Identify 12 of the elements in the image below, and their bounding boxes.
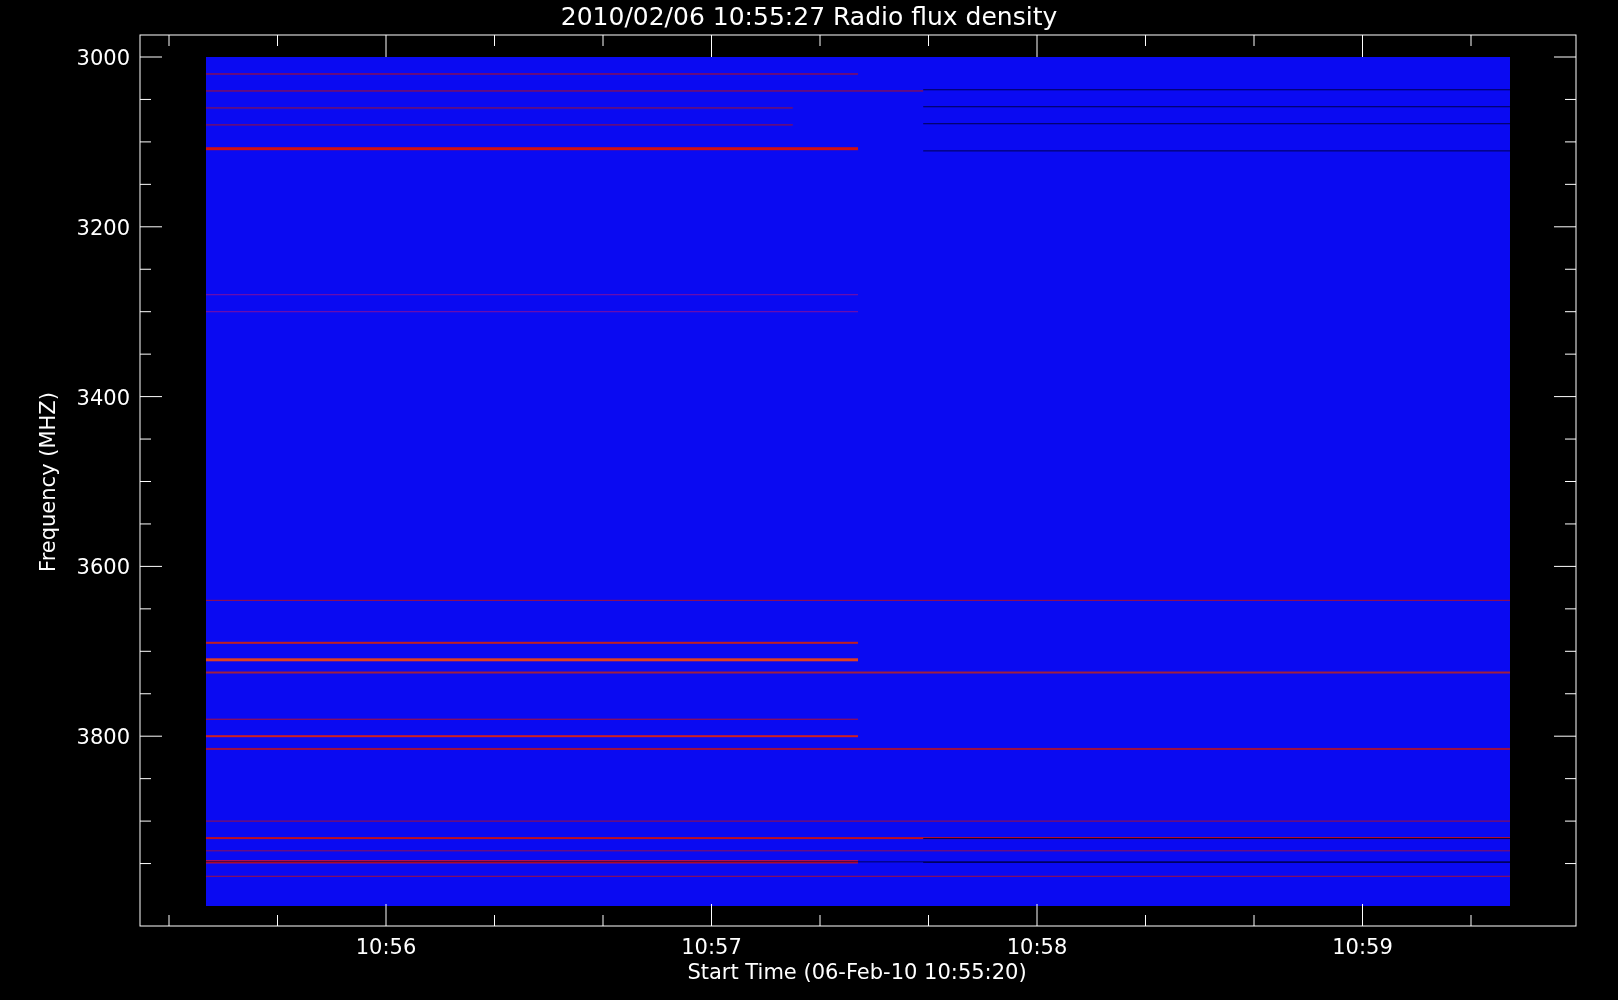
y-axis-title: Frequency (MHZ) <box>36 392 60 572</box>
y-tick-label: 3600 <box>76 555 130 580</box>
y-tick-label: 3000 <box>76 46 130 70</box>
x-tick-label: 10:58 <box>1006 935 1068 959</box>
y-tick-label: 3200 <box>76 215 130 240</box>
x-tick-label: 10:59 <box>1332 935 1393 959</box>
x-tick-label: 10:57 <box>681 935 742 959</box>
plot-title: 2010/02/06 10:55:27 Radio flux density <box>560 2 1058 31</box>
y-tick-label: 3800 <box>76 725 130 750</box>
x-tick-label: 10:56 <box>355 935 417 959</box>
x-axis-title: Start Time (06-Feb-10 10:55:20) <box>687 960 1027 984</box>
y-tick-label: 3400 <box>76 385 130 410</box>
